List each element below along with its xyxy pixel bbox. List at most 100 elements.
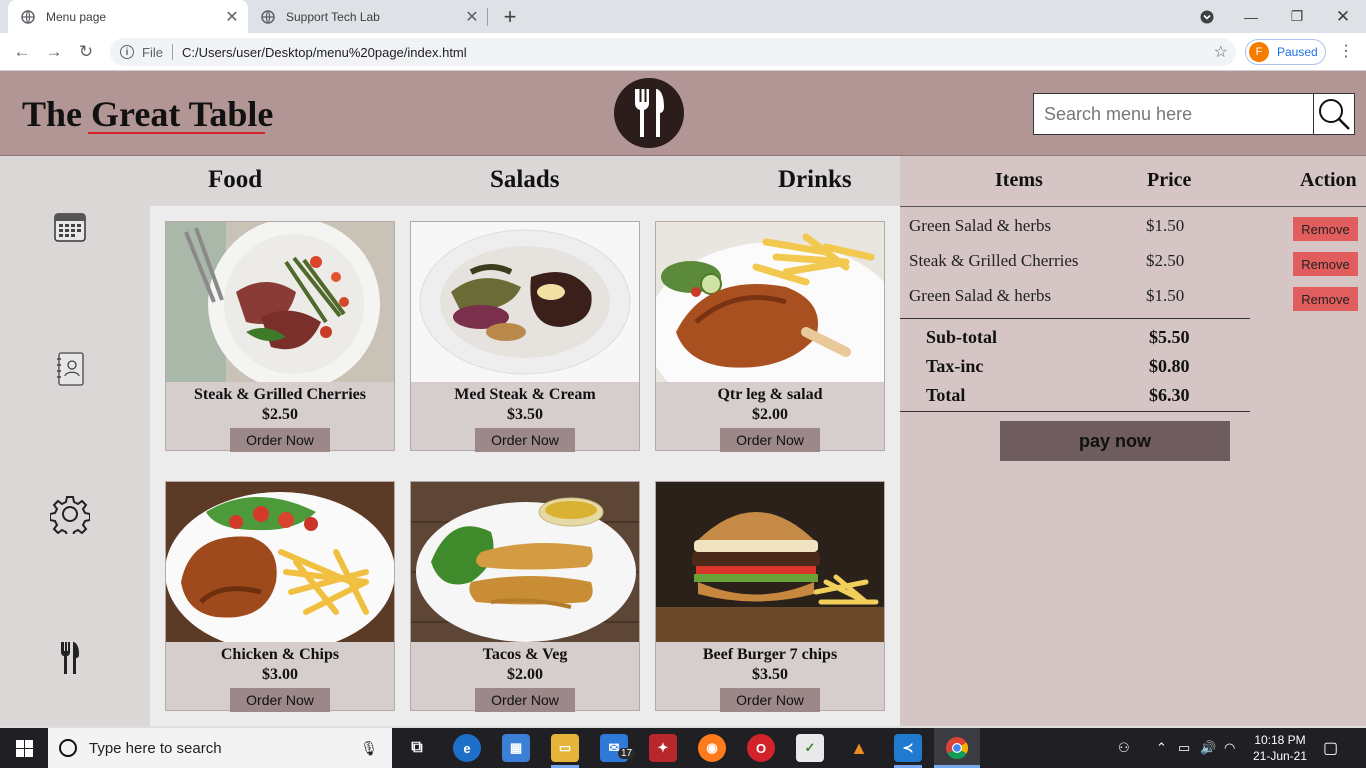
info-icon[interactable]: i (120, 45, 134, 59)
menu-grid: Steak & Grilled Cherries $2.50 Order Now (150, 206, 900, 726)
order-now-button[interactable]: Order Now (230, 428, 330, 452)
menu-card: Beef Burger 7 chips $3.50 Order Now (655, 481, 885, 712)
food-image (166, 222, 394, 382)
tab-menu-page[interactable]: Menu page ✕ (8, 0, 248, 33)
food-image (411, 482, 639, 642)
browser-toolbar: ← → ↻ i File C:/Users/user/Desktop/menu%… (0, 33, 1366, 71)
menu-item-price: $2.00 (507, 666, 543, 683)
title-underline (88, 132, 265, 134)
pay-now-button[interactable]: pay now (1000, 421, 1230, 461)
profile-button[interactable]: F Paused (1245, 39, 1326, 65)
cutlery-logo-icon (614, 78, 684, 148)
search-button[interactable] (1313, 94, 1354, 134)
wifi-icon[interactable]: ◠ (1224, 728, 1235, 768)
minimize-button[interactable]: — (1228, 0, 1274, 33)
menu-item-price: $3.00 (262, 666, 298, 683)
menu-item-name: Beef Burger 7 chips (702, 646, 838, 663)
cortana-icon (59, 739, 77, 757)
menu-item-price: $3.50 (507, 406, 543, 423)
calendar-icon[interactable] (50, 206, 90, 246)
category-drinks[interactable]: Drinks (778, 166, 852, 194)
edge-icon[interactable]: e (453, 734, 481, 762)
column-header-price: Price (1147, 169, 1192, 191)
order-now-button[interactable]: Order Now (720, 428, 820, 452)
category-food[interactable]: Food (208, 166, 262, 194)
microphone-icon[interactable]: 🎙 (360, 740, 378, 757)
order-now-button[interactable]: Order Now (475, 428, 575, 452)
browser-tab-strip: Menu page ✕ Support Tech Lab ✕ + — ❐ ✕ (0, 0, 1366, 33)
divider (171, 44, 173, 60)
tray-chevron-icon[interactable]: ⌃ (1156, 728, 1167, 768)
veracity-icon[interactable]: ✓ (796, 734, 824, 762)
food-image (411, 222, 639, 382)
cart-item-name: Green Salad & herbs (909, 286, 1052, 305)
cart-item-price: $1.50 (1146, 216, 1185, 235)
volume-icon[interactable]: 🔊 (1200, 728, 1216, 768)
cart-row: Green Salad & herbs $1.50 Remove (900, 208, 1366, 243)
windows-taskbar: Type here to search 🎙 ⧉ e ▦ ▭ ✉ 17 ✦ ◉ O… (0, 728, 1366, 768)
vlc-icon[interactable]: ▲ (845, 734, 873, 762)
remove-button[interactable]: Remove (1293, 252, 1358, 276)
notifications-icon[interactable]: ▢ (1323, 728, 1338, 768)
store-icon[interactable]: ▦ (502, 734, 530, 762)
taskbar-search[interactable]: Type here to search 🎙 (48, 728, 392, 768)
task-view-icon[interactable]: ⧉ (403, 734, 431, 762)
system-clock[interactable]: 10:18 PM 21-Jun-21 (1248, 732, 1312, 764)
cart-item-price: $1.50 (1146, 286, 1185, 305)
sidebar (0, 156, 150, 726)
back-arrow-icon[interactable]: ← (11, 41, 33, 63)
cutlery-icon[interactable] (50, 638, 90, 678)
food-image (656, 482, 884, 642)
search-input[interactable] (1034, 94, 1313, 134)
firefox-icon[interactable]: ◉ (698, 734, 726, 762)
new-tab-button[interactable]: + (498, 4, 522, 30)
clock-time: 10:18 PM (1254, 733, 1306, 747)
profile-status: Paused (1277, 45, 1318, 59)
category-salads[interactable]: Salads (490, 166, 559, 194)
web-page: The Great Table Food Sa (0, 71, 1366, 726)
reload-icon[interactable]: ↻ (75, 41, 97, 63)
forward-arrow-icon[interactable]: → (43, 41, 65, 63)
address-bar[interactable]: i File C:/Users/user/Desktop/menu%20page… (110, 38, 1236, 66)
tab-close-icon[interactable]: ✕ (462, 7, 482, 27)
tab-title: Support Tech Lab (286, 9, 380, 24)
maximize-button[interactable]: ❐ (1274, 0, 1320, 33)
order-now-button[interactable]: Order Now (475, 688, 575, 712)
total-row: Total $6.30 (900, 379, 1250, 408)
tab-close-icon[interactable]: ✕ (222, 7, 242, 27)
remove-button[interactable]: Remove (1293, 287, 1358, 311)
bookmark-star-icon[interactable]: ☆ (1214, 42, 1228, 62)
battery-icon[interactable]: ▭ (1178, 728, 1190, 768)
file-explorer-icon[interactable]: ▭ (551, 734, 579, 762)
cart-item-name: Green Salad & herbs (909, 216, 1052, 235)
menu-item-price: $2.50 (262, 406, 298, 423)
tax-label: Tax-inc (926, 356, 984, 376)
menu-card: Steak & Grilled Cherries $2.50 Order Now (165, 221, 395, 452)
order-now-button[interactable]: Order Now (230, 688, 330, 712)
url-text[interactable]: C:/Users/user/Desktop/menu%20page/index.… (182, 45, 467, 60)
contacts-icon[interactable] (50, 349, 90, 389)
close-window-button[interactable]: ✕ (1320, 0, 1366, 33)
food-image (656, 222, 884, 382)
cart-header: Items Price Action (900, 156, 1366, 207)
menu-search (1033, 93, 1355, 135)
menu-item-price: $2.00 (752, 406, 788, 423)
opera-icon[interactable]: O (747, 734, 775, 762)
cart-item-price: $2.50 (1146, 251, 1185, 270)
mail-badge: 17 (618, 748, 636, 759)
cart-totals: Sub-total $5.50 Tax-inc $0.80 Total $6.3… (900, 318, 1250, 412)
chrome-icon[interactable] (943, 734, 971, 762)
people-icon[interactable]: ⚇ (1118, 728, 1130, 768)
menu-item-name: Chicken & Chips (220, 646, 340, 663)
more-menu-icon[interactable]: ⋮ (1338, 41, 1354, 61)
tab-search-icon[interactable] (1184, 0, 1230, 33)
app-icon[interactable]: ✦ (649, 734, 677, 762)
menu-card: Med Steak & Cream $3.50 Order Now (410, 221, 640, 452)
avatar: F (1249, 42, 1269, 62)
start-button[interactable] (0, 728, 48, 768)
settings-gear-icon[interactable] (50, 494, 90, 534)
order-now-button[interactable]: Order Now (720, 688, 820, 712)
tab-support-tech-lab[interactable]: Support Tech Lab ✕ (248, 0, 488, 33)
vscode-icon[interactable]: ≺ (894, 734, 922, 762)
remove-button[interactable]: Remove (1293, 217, 1358, 241)
